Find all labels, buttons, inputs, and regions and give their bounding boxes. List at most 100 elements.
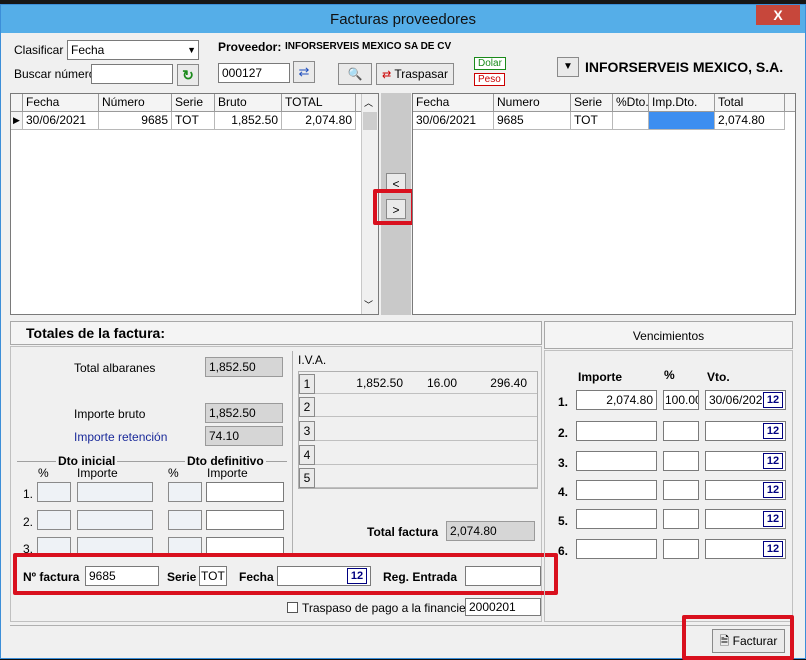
iva-row[interactable] (315, 445, 537, 465)
table-cell[interactable]: 1,852.50 (215, 112, 282, 130)
scroll-thumb[interactable] (363, 112, 377, 130)
grid-header: Fecha Número Serie Bruto TOTAL (11, 94, 378, 112)
window-title: Facturas proveedores (330, 11, 476, 28)
table-cell[interactable]: TOT (172, 112, 215, 130)
vto-pct-2[interactable] (663, 421, 699, 441)
proveedor-name: INFORSERVEIS MEXICO SA DE CV (285, 41, 452, 52)
iva-row-button[interactable]: 4 (299, 445, 315, 465)
iva-divider (292, 351, 293, 555)
peso-button[interactable]: Peso (474, 73, 505, 86)
iva-row[interactable] (315, 468, 537, 488)
refresh-icon[interactable]: ↻ (177, 64, 199, 86)
table-cell[interactable]: 2,074.80 (715, 112, 785, 130)
table-cell[interactable]: 2,074.80 (282, 112, 356, 130)
calendar-icon[interactable]: 12 (763, 482, 783, 498)
buscar-numero-input[interactable] (91, 64, 173, 84)
col-numero: Número (99, 94, 172, 112)
iva-row-button[interactable]: 2 (299, 397, 315, 417)
vencimientos-header: Vencimientos (544, 321, 793, 349)
iva-row[interactable]: 1,852.50 16.00 296.40 (315, 374, 537, 394)
vto-pct-1[interactable]: 100.00 (663, 390, 699, 410)
table-cell[interactable]: 30/06/2021 (23, 112, 99, 130)
iva-row-button[interactable]: 5 (299, 468, 315, 488)
swap-provider-icon[interactable]: ⇄ (293, 61, 315, 83)
pending-invoices-grid[interactable]: Fecha Número Serie Bruto TOTAL ▶ 30/06/2… (10, 93, 379, 315)
vto-importe-2[interactable] (576, 421, 657, 441)
vto-row-number: 6. (558, 544, 569, 558)
col-fecha: Fecha (23, 94, 99, 112)
company-dropdown-icon[interactable]: ▼ (557, 57, 579, 77)
company-name: INFORSERVEIS MEXICO, S.A. (585, 59, 784, 75)
calendar-icon[interactable]: 12 (763, 453, 783, 469)
vto-importe-6[interactable] (576, 539, 657, 559)
selected-cell[interactable] (649, 112, 715, 130)
table-cell[interactable] (613, 112, 649, 130)
importe-retencion-value: 74.10 (205, 426, 283, 446)
dto-inicial-pct-1[interactable] (37, 482, 71, 502)
vto-importe-4[interactable] (576, 480, 657, 500)
vto-row-number: 3. (558, 456, 569, 470)
scroll-down-icon[interactable]: ﹀ (364, 298, 373, 311)
dto-inicial-pct-2[interactable] (37, 510, 71, 530)
col-total: TOTAL (282, 94, 356, 112)
vto-importe-3[interactable] (576, 451, 657, 471)
traspaso-label: Traspaso de pago a la financiera (302, 601, 477, 615)
zoom-search-icon[interactable]: 🔍 (338, 63, 372, 85)
scroll-up-icon[interactable]: ︿ (364, 96, 373, 109)
iva-cuota: 296.40 (490, 376, 527, 390)
iva-pct: 16.00 (427, 376, 458, 390)
dto-inicial-importe-header: Importe (77, 466, 118, 480)
clasificar-select[interactable]: Fecha ▼ (67, 40, 199, 60)
total-albaranes-label: Total albaranes (74, 361, 156, 375)
table-cell[interactable]: 30/06/2021 (413, 112, 494, 130)
vto-importe-header: Importe (578, 370, 623, 384)
col-bruto: Bruto (215, 94, 282, 112)
proveedor-code-input[interactable]: 000127 (218, 63, 290, 83)
bottom-divider (10, 625, 793, 626)
facturas-window: Facturas proveedores X Clasificar Fecha … (0, 4, 806, 660)
importe-bruto-value: 1,852.50 (205, 403, 283, 423)
dto-inicial-pct-header: % (38, 466, 49, 480)
dto-inicial-importe-2[interactable] (77, 510, 153, 530)
traspasar-button[interactable]: ⇄ Traspasar (376, 63, 454, 85)
col-imp-dto: Imp.Dto. (649, 94, 715, 112)
vto-row-number: 5. (558, 514, 569, 528)
total-albaranes-value: 1,852.50 (205, 357, 283, 377)
iva-base: 1,852.50 (356, 376, 403, 390)
dto-inicial-importe-1[interactable] (77, 482, 153, 502)
col-serie: Serie (571, 94, 613, 112)
calendar-icon[interactable]: 12 (763, 423, 783, 439)
vto-pct-6[interactable] (663, 539, 699, 559)
table-cell[interactable]: 9685 (494, 112, 571, 130)
buscar-label: Buscar número (14, 67, 96, 81)
calendar-icon[interactable]: 12 (763, 392, 783, 408)
chevron-down-icon: ▼ (187, 45, 196, 55)
iva-row-button[interactable]: 3 (299, 421, 315, 441)
iva-row[interactable] (315, 421, 537, 441)
vto-pct-4[interactable] (663, 480, 699, 500)
vto-importe-1[interactable]: 2,074.80 (576, 390, 657, 410)
dto-definitivo-pct-1[interactable] (168, 482, 202, 502)
total-factura-label: Total factura (367, 525, 439, 539)
col-numero: Numero (494, 94, 571, 112)
calendar-icon[interactable]: 12 (763, 541, 783, 557)
calendar-icon[interactable]: 12 (763, 511, 783, 527)
vto-pct-5[interactable] (663, 509, 699, 529)
dto-definitivo-pct-2[interactable] (168, 510, 202, 530)
dto-definitivo-importe-2[interactable] (206, 510, 284, 530)
iva-row[interactable] (315, 397, 537, 417)
proveedor-label: Proveedor: (218, 40, 282, 54)
selected-invoices-grid[interactable]: Fecha Numero Serie %Dto. Imp.Dto. Total … (412, 93, 796, 315)
iva-row-button[interactable]: 1 (299, 374, 315, 394)
dto-definitivo-importe-1[interactable] (206, 482, 284, 502)
table-cell[interactable]: TOT (571, 112, 613, 130)
close-button[interactable]: X (756, 5, 800, 25)
vto-importe-5[interactable] (576, 509, 657, 529)
vto-row-number: 1. (558, 395, 569, 409)
table-cell[interactable]: 9685 (99, 112, 172, 130)
financiera-code[interactable]: 2000201 (465, 598, 541, 616)
traspaso-checkbox[interactable] (287, 602, 298, 613)
dolar-button[interactable]: Dolar (474, 57, 506, 70)
vto-pct-3[interactable] (663, 451, 699, 471)
importe-retencion-label: Importe retención (74, 430, 168, 444)
